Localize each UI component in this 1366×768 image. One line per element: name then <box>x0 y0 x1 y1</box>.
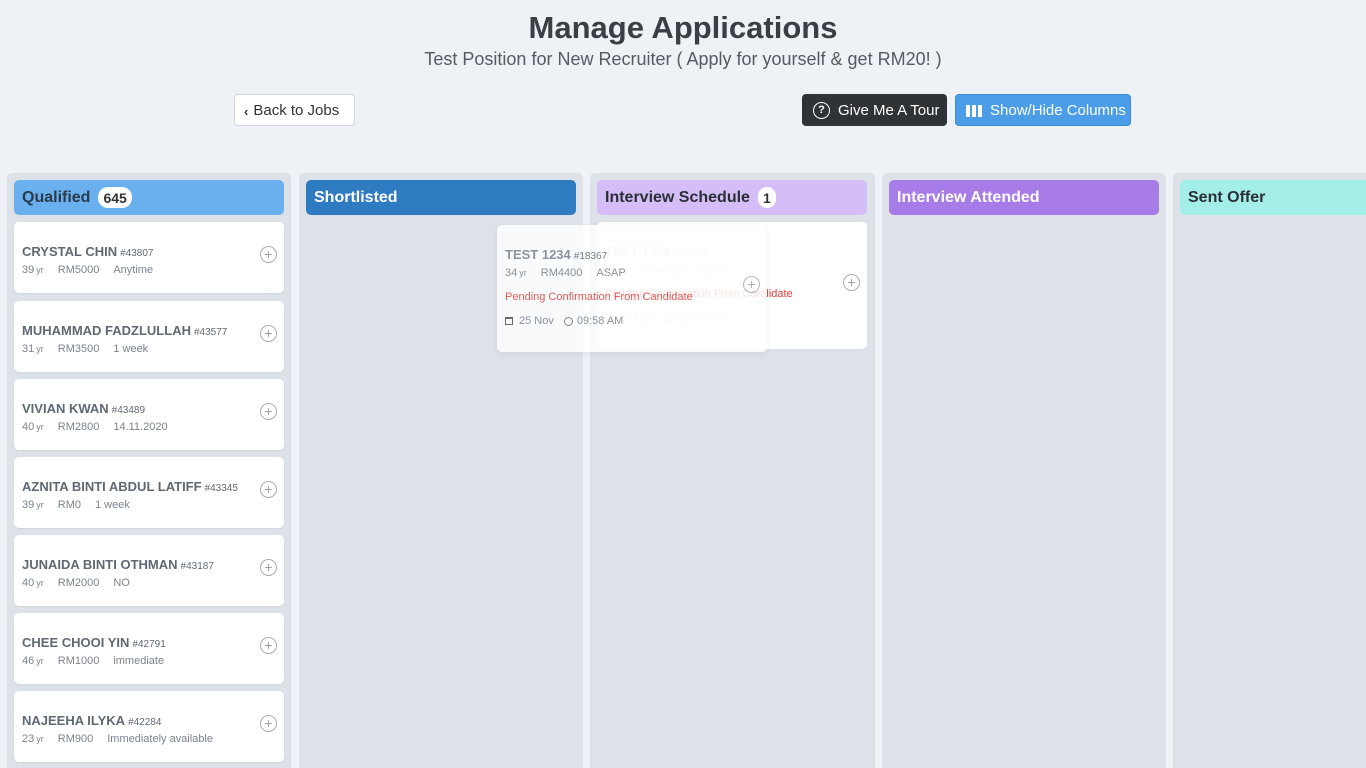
candidate-availability: immediate <box>113 655 165 667</box>
candidate-id: #43807 <box>120 248 154 259</box>
age-unit: yr <box>36 656 44 666</box>
column-title: Shortlisted <box>314 188 398 206</box>
candidate-card[interactable]: MUHAMMAD FADZLULLAH #43577 31 yr RM3500 1 we… <box>14 301 284 372</box>
candidate-salary: RM2800 <box>57 421 100 433</box>
candidate-card[interactable]: CRYSTAL CHIN #43807 39 yr RM5000 Anytime + <box>14 222 284 293</box>
candidate-availability: Immediately available <box>107 733 213 745</box>
candidate-name: TEST 1234 <box>505 247 571 262</box>
candidate-name: CRYSTAL CHIN <box>22 244 118 259</box>
candidate-salary: RM0 <box>57 499 81 511</box>
add-circle-icon[interactable]: + <box>743 276 760 293</box>
candidate-id: #43345 <box>204 483 238 494</box>
add-circle-icon[interactable]: + <box>260 559 277 576</box>
column-qualified: Qualified 645 CRYSTAL CHIN #43807 39 yr RM5… <box>7 173 291 768</box>
candidate-salary: RM3500 <box>57 343 100 355</box>
candidate-card[interactable]: AZNITA BINTI ABDUL LATIFF #43345 39 yr RM0 1… <box>14 457 284 528</box>
candidate-availability: NO <box>113 577 130 589</box>
candidate-name: JUNAIDA BINTI OTHMAN <box>22 557 178 572</box>
job-subtitle: Test Position for New Recruiter ( Apply … <box>424 49 942 69</box>
column-title: Qualified <box>22 188 91 206</box>
column-count-badge: 1 <box>757 187 776 208</box>
give-me-a-tour-button[interactable]: ? Give Me A Tour <box>802 94 947 126</box>
interview-date: 25 Nov <box>519 315 554 327</box>
column-header-interview-attended[interactable]: Interview Attended <box>889 180 1159 215</box>
add-circle-icon[interactable]: + <box>260 246 277 263</box>
candidate-id: #43489 <box>111 405 146 416</box>
candidate-name: NAJEEHA ILYKA <box>22 713 126 728</box>
candidate-salary: RM5000 <box>57 264 100 276</box>
column-count-badge: 645 <box>98 187 132 208</box>
candidate-id: #43187 <box>180 561 214 572</box>
interview-time: 09:58 AM <box>576 315 624 327</box>
add-circle-icon[interactable]: + <box>260 325 277 342</box>
add-circle-icon[interactable]: + <box>260 403 277 420</box>
candidate-salary: RM900 <box>57 733 94 745</box>
candidate-age: 39 <box>22 264 35 276</box>
column-header-shortlisted[interactable]: Shortlisted <box>306 180 576 215</box>
column-header-qualified[interactable]: Qualified 645 <box>14 180 284 215</box>
age-unit: yr <box>36 578 44 588</box>
show-hide-columns-label: Show/Hide Columns <box>990 101 1126 119</box>
candidate-age: 40 <box>22 421 35 433</box>
clock-icon <box>563 316 573 326</box>
interview-status: Pending Confirmation From Candidate <box>505 291 693 303</box>
add-circle-icon[interactable]: + <box>260 715 277 732</box>
age-unit: yr <box>36 265 44 275</box>
dragged-candidate-card[interactable]: TEST 1234 #18367 34 yr RM4400 ASAP Pending C… <box>497 225 767 352</box>
candidate-availability: 14.11.2020 <box>113 421 168 433</box>
candidate-age: 23 <box>22 733 35 745</box>
column-header-interview-schedule[interactable]: Interview Schedule 1 <box>597 180 867 215</box>
candidate-age: 31 <box>22 343 35 355</box>
question-icon: ? <box>813 101 830 119</box>
candidate-id: #18367 <box>573 251 608 262</box>
column-title: Interview Attended <box>897 188 1040 206</box>
age-unit: yr <box>36 422 44 432</box>
column-interview-attended: Interview Attended <box>882 173 1166 768</box>
candidate-name: CHEE CHOOI YIN <box>22 635 130 650</box>
candidate-card[interactable]: JUNAIDA BINTI OTHMAN #43187 40 yr RM2000 NO … <box>14 535 284 606</box>
candidate-availability: ASAP <box>596 267 626 279</box>
candidate-name: MUHAMMAD FADZLULLAH <box>22 323 191 338</box>
candidate-salary: RM1000 <box>57 655 100 667</box>
add-circle-icon[interactable]: + <box>260 481 277 498</box>
candidate-card[interactable]: NAJEEHA ILYKA #42284 23 yr RM900 Immediately… <box>14 691 284 762</box>
candidate-id: #42284 <box>128 717 162 728</box>
candidate-name: AZNITA BINTI ABDUL LATIFF <box>22 479 202 494</box>
candidate-age: 39 <box>22 499 35 511</box>
chevron-left-icon: ‹ <box>244 103 249 119</box>
back-to-jobs-button[interactable]: ‹ Back to Jobs <box>234 94 355 126</box>
candidate-age: 40 <box>22 577 35 589</box>
page-title: Manage Applications <box>528 10 838 45</box>
candidate-salary: RM4400 <box>540 267 583 279</box>
column-header-sent-offer[interactable]: Sent Offer <box>1180 180 1366 215</box>
candidate-age: 46 <box>22 655 35 667</box>
add-circle-icon[interactable]: + <box>260 637 277 654</box>
candidate-availability: 1 week <box>113 343 149 355</box>
candidate-id: #43577 <box>193 327 228 338</box>
column-title: Sent Offer <box>1188 188 1266 206</box>
tour-label: Give Me A Tour <box>838 101 940 119</box>
show-hide-columns-button[interactable]: Show/Hide Columns <box>955 94 1131 126</box>
candidate-id: #42791 <box>132 639 166 650</box>
candidate-name: VIVIAN KWAN <box>22 401 109 416</box>
manage-applications-page: Manage Applications Test Position for Ne… <box>0 0 1366 768</box>
candidate-availability: 1 week <box>94 499 130 511</box>
columns-icon <box>966 105 982 117</box>
column-title: Interview Schedule <box>605 188 750 206</box>
candidate-age: 34 <box>505 267 518 279</box>
calendar-icon <box>505 317 513 325</box>
candidate-card[interactable]: VIVIAN KWAN #43489 40 yr RM2800 14.11.2020 + <box>14 379 284 450</box>
candidate-card[interactable]: CHEE CHOOI YIN #42791 46 yr RM1000 immediate… <box>14 613 284 684</box>
age-unit: yr <box>36 500 44 510</box>
column-sent-offer: Sent Offer <box>1173 173 1366 768</box>
age-unit: yr <box>36 734 44 744</box>
back-to-jobs-label: Back to Jobs <box>253 101 340 119</box>
candidate-availability: Anytime <box>113 264 154 276</box>
candidate-salary: RM2000 <box>57 577 100 589</box>
add-circle-icon[interactable]: + <box>843 274 860 291</box>
age-unit: yr <box>36 344 44 354</box>
age-unit: yr <box>519 268 527 278</box>
